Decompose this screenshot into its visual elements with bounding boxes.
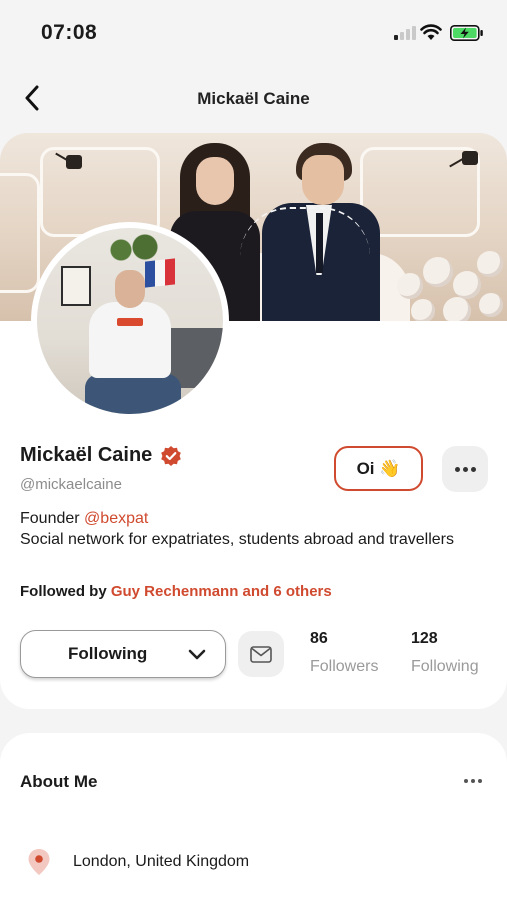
avatar-photo xyxy=(37,228,223,414)
verified-badge-icon xyxy=(161,445,182,466)
following-button-label: Following xyxy=(68,644,148,663)
cellular-signal-icon xyxy=(394,26,416,40)
bio-prefix: Founder xyxy=(20,510,85,527)
about-me-card: About Me London, United Kingdom xyxy=(0,733,507,900)
following-count: 128 xyxy=(411,630,438,647)
followed-by-prefix: Followed by xyxy=(20,583,111,600)
location-row: London, United Kingdom xyxy=(27,848,249,876)
status-time: 07:08 xyxy=(41,21,98,44)
bio-mention-link[interactable]: @bexpat xyxy=(84,510,148,527)
top-nav-bar: Mickaël Caine xyxy=(0,66,507,130)
profile-name-row: Mickaël Caine xyxy=(20,444,182,467)
status-bar: 07:08 xyxy=(0,0,507,66)
message-button[interactable] xyxy=(238,631,284,677)
followers-count: 86 xyxy=(310,630,328,647)
following-label: Following xyxy=(411,658,479,675)
followed-by-names-link[interactable]: Guy Rechenmann and 6 others xyxy=(111,583,332,600)
more-horizontal-icon xyxy=(454,466,476,472)
profile-more-button[interactable] xyxy=(442,446,488,492)
about-more-button[interactable] xyxy=(458,773,488,789)
page-title: Mickaël Caine xyxy=(197,89,310,108)
profile-name: Mickaël Caine xyxy=(20,444,153,466)
oi-wave-button[interactable]: Oi 👋 xyxy=(334,446,423,491)
following-stat[interactable]: 128 Following xyxy=(411,630,479,676)
avatar[interactable] xyxy=(31,222,229,420)
location-pin-icon xyxy=(28,849,50,875)
profile-handle: @mickaelcaine xyxy=(20,476,122,493)
followers-stat[interactable]: 86 Followers xyxy=(310,630,378,676)
chevron-down-icon xyxy=(188,649,206,660)
following-dropdown-button[interactable]: Following xyxy=(20,630,226,678)
bio-text: Social network for expatriates, students… xyxy=(20,531,455,548)
more-horizontal-icon xyxy=(464,779,482,783)
followed-by: Followed by Guy Rechenmann and 6 others xyxy=(20,583,332,600)
battery-charging-icon xyxy=(450,25,483,41)
wifi-icon xyxy=(420,24,442,40)
location-text: London, United Kingdom xyxy=(73,853,250,870)
followers-label: Followers xyxy=(310,658,379,675)
about-me-title: About Me xyxy=(20,772,98,791)
mail-icon xyxy=(250,645,272,663)
profile-bio: Founder @bexpat Social network for expat… xyxy=(20,508,480,550)
